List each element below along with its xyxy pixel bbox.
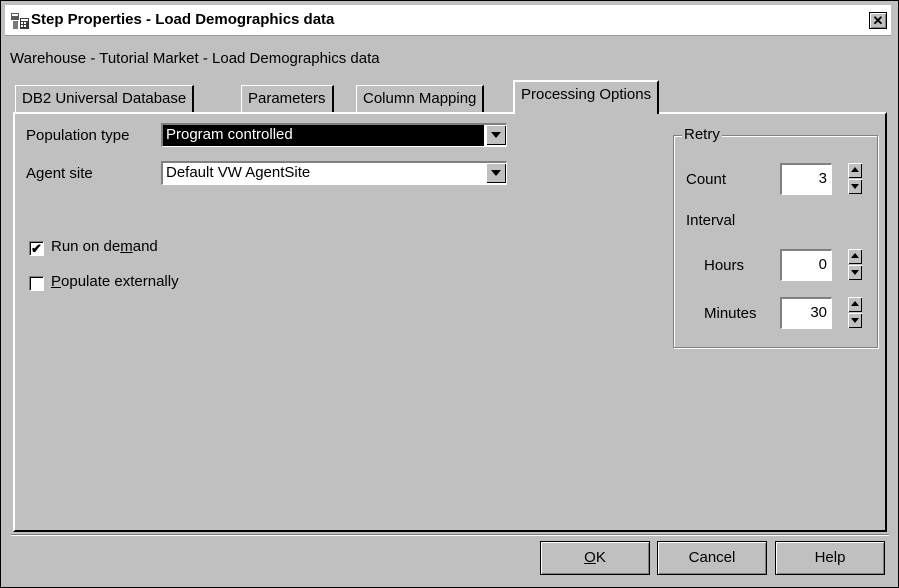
tab-processing-options[interactable]: Processing Options <box>513 80 660 114</box>
population-type-label: Population type <box>26 127 130 144</box>
tab-db2-universal-database[interactable]: DB2 Universal Database <box>15 85 195 113</box>
count-label: Count <box>686 171 727 188</box>
run-on-demand-label[interactable]: Run on demand <box>51 238 158 255</box>
minutes-label: Minutes <box>704 305 757 322</box>
population-type-dropdown[interactable]: Program controlled <box>161 123 507 147</box>
app-icon <box>11 13 29 29</box>
help-button[interactable]: Help <box>775 541 885 575</box>
footer-divider <box>11 534 889 536</box>
step-properties-window: Step Properties - Load Demographics data… <box>0 0 899 588</box>
hours-label: Hours <box>704 257 745 274</box>
populate-externally-label[interactable]: Populate externally <box>51 273 179 290</box>
count-field[interactable]: 3 <box>780 163 832 195</box>
spin-down-icon[interactable] <box>848 179 862 194</box>
count-spinner[interactable] <box>848 163 862 195</box>
run-on-demand-checkbox[interactable]: ✔ <box>29 241 44 256</box>
hours-field[interactable]: 0 <box>780 249 832 281</box>
cancel-button[interactable]: Cancel <box>657 541 767 575</box>
dropdown-arrow-icon[interactable] <box>486 163 506 183</box>
spin-up-icon[interactable] <box>848 163 862 178</box>
spin-down-icon[interactable] <box>848 313 862 328</box>
spin-down-icon[interactable] <box>848 265 862 280</box>
close-icon[interactable]: ✕ <box>869 12 887 29</box>
ok-button[interactable]: OK <box>540 541 650 575</box>
interval-label: Interval <box>686 212 736 229</box>
agent-site-label: Agent site <box>26 165 93 182</box>
spin-up-icon[interactable] <box>848 297 862 312</box>
hours-spinner[interactable] <box>848 249 862 281</box>
breadcrumb: Warehouse - Tutorial Market - Load Demog… <box>10 50 380 67</box>
minutes-field[interactable]: 30 <box>780 297 832 329</box>
populate-externally-checkbox[interactable] <box>29 276 44 291</box>
window-title: Step Properties - Load Demographics data <box>31 11 335 28</box>
tab-column-mapping[interactable]: Column Mapping <box>356 85 485 113</box>
population-type-value: Program controlled <box>163 125 484 146</box>
retry-group-title: Retry <box>682 126 722 143</box>
tab-parameters[interactable]: Parameters <box>241 85 334 113</box>
agent-site-dropdown[interactable]: Default VW AgentSite <box>161 161 507 185</box>
spin-up-icon[interactable] <box>848 249 862 264</box>
dropdown-arrow-icon[interactable] <box>486 125 506 145</box>
title-bar: Step Properties - Load Demographics data… <box>5 5 891 36</box>
retry-group: Retry Count 3 Interval Hours 0 Minutes 3… <box>673 126 878 348</box>
minutes-spinner[interactable] <box>848 297 862 329</box>
checkmark-icon: ✔ <box>31 241 42 256</box>
agent-site-value: Default VW AgentSite <box>166 164 311 181</box>
